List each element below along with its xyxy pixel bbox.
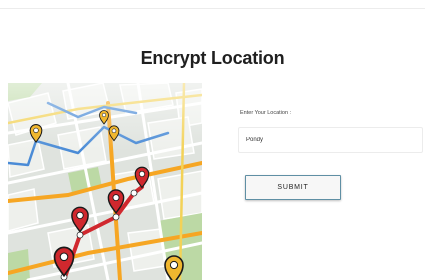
header-divider (0, 8, 425, 9)
location-input[interactable] (238, 127, 423, 153)
page-title: Encrypt Location (140, 48, 285, 69)
submit-button[interactable]: SUBMIT (245, 175, 341, 200)
map-navigation-image (8, 83, 202, 280)
location-label: Enter Your Location : (240, 110, 292, 116)
